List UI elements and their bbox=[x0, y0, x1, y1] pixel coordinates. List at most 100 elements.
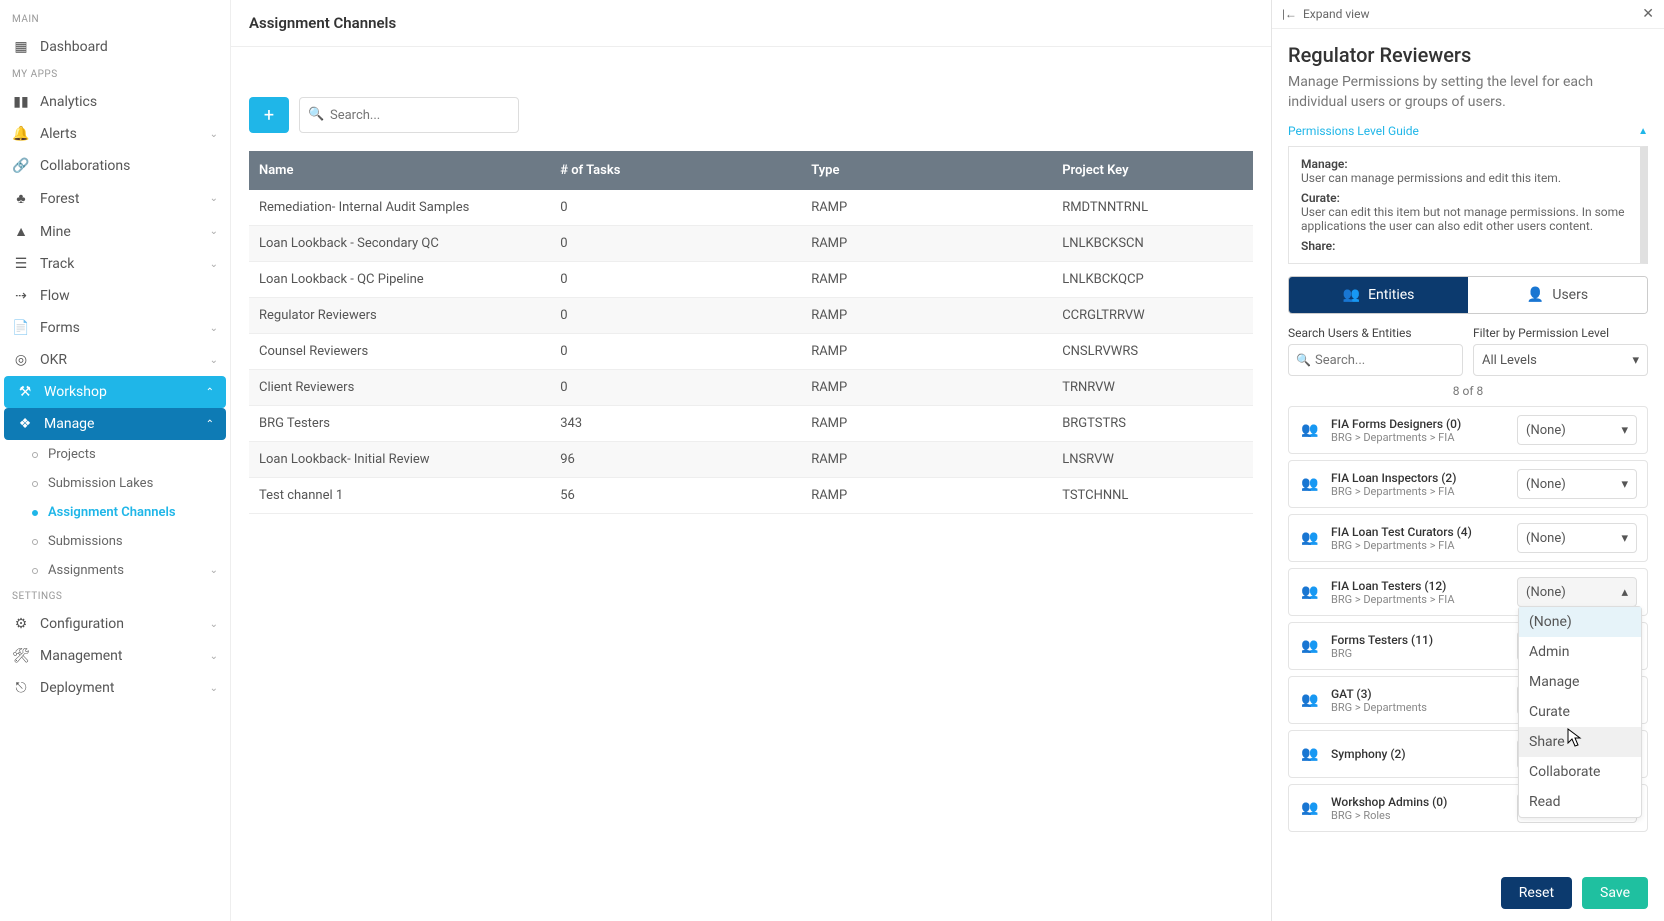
chevron-down-icon: ⌄ bbox=[210, 683, 218, 694]
nav-label: Collaborations bbox=[40, 158, 130, 174]
chevron-up-icon: ⌃ bbox=[206, 387, 214, 398]
entity-name: FIA Forms Designers (0) bbox=[1331, 417, 1507, 431]
entity-path: BRG > Departments > FIA bbox=[1331, 485, 1507, 498]
cell-key: LNLKBCKQCP bbox=[1052, 262, 1253, 298]
permissions-guide-toggle[interactable]: Permissions Level Guide ▲ bbox=[1288, 124, 1648, 138]
nav-configuration[interactable]: ⚙Configuration⌄ bbox=[0, 608, 230, 640]
close-icon[interactable]: ✕ bbox=[1642, 6, 1654, 22]
table-row[interactable]: Loan Lookback - Secondary QC0RAMPLNLKBCK… bbox=[249, 226, 1253, 262]
toolbar: + 🔍 bbox=[249, 97, 1253, 133]
triangle-down-icon: ▾ bbox=[1621, 423, 1628, 438]
dropdown-option[interactable]: Admin bbox=[1519, 637, 1641, 667]
search-input[interactable] bbox=[299, 97, 519, 133]
cell-tasks: 0 bbox=[550, 334, 801, 370]
sub-submissions[interactable]: Submissions bbox=[0, 527, 230, 556]
dropdown-option[interactable]: Collaborate bbox=[1519, 757, 1641, 787]
tab-users[interactable]: 👤Users bbox=[1468, 277, 1647, 313]
cell-tasks: 343 bbox=[550, 406, 801, 442]
nav-analytics[interactable]: ▮▮Analytics bbox=[0, 86, 230, 118]
tab-entities[interactable]: 👥Entities bbox=[1289, 277, 1468, 313]
sub-submission-lakes[interactable]: Submission Lakes bbox=[0, 469, 230, 498]
nav-track[interactable]: ☰Track⌄ bbox=[0, 248, 230, 280]
col-type[interactable]: Type bbox=[801, 151, 1052, 190]
table-row[interactable]: BRG Testers343RAMPBRGTSTRS bbox=[249, 406, 1253, 442]
cell-name: Client Reviewers bbox=[249, 370, 550, 406]
level-filter-select[interactable]: All Levels ▾ bbox=[1473, 344, 1648, 376]
dropdown-option[interactable]: Manage bbox=[1519, 667, 1641, 697]
nav-dashboard[interactable]: ▦ Dashboard bbox=[0, 31, 230, 63]
entity-search-input[interactable] bbox=[1288, 344, 1463, 376]
permission-value: (None) bbox=[1526, 531, 1566, 546]
search-icon: 🔍 bbox=[308, 107, 324, 122]
save-button[interactable]: Save bbox=[1582, 877, 1648, 909]
nav-mine[interactable]: ▲Mine⌄ bbox=[0, 215, 230, 248]
dropdown-option[interactable]: Share bbox=[1519, 727, 1641, 757]
sub-assignments[interactable]: Assignments⌄ bbox=[0, 556, 230, 585]
cell-name: Loan Lookback- Initial Review bbox=[249, 442, 550, 478]
entity-row: 👥FIA Forms Designers (0)BRG > Department… bbox=[1288, 406, 1648, 454]
table-row[interactable]: Client Reviewers0RAMPTRNRVW bbox=[249, 370, 1253, 406]
col-name[interactable]: Name bbox=[249, 151, 550, 190]
cell-key: CNSLRVWRS bbox=[1052, 334, 1253, 370]
cell-key: LNLKBCKSCN bbox=[1052, 226, 1253, 262]
entity-name: FIA Loan Testers (12) bbox=[1331, 579, 1507, 593]
entity-row: 👥FIA Loan Test Curators (4)BRG > Departm… bbox=[1288, 514, 1648, 562]
dropdown-option[interactable]: (None) bbox=[1519, 607, 1641, 637]
nav-flow[interactable]: ⇢Flow bbox=[0, 280, 230, 312]
nav-alerts[interactable]: 🔔Alerts⌄ bbox=[0, 118, 230, 150]
table-row[interactable]: Test channel 156RAMPTSTCHNNL bbox=[249, 478, 1253, 514]
sub-projects[interactable]: Projects bbox=[0, 440, 230, 469]
nav-okr[interactable]: ◎OKR⌄ bbox=[0, 344, 230, 376]
nav-label: Management bbox=[40, 648, 122, 664]
table-row[interactable]: Regulator Reviewers0RAMPCCRGLTRRVW bbox=[249, 298, 1253, 334]
entity-user-tabs: 👥Entities 👤Users bbox=[1288, 276, 1648, 314]
cell-name: Regulator Reviewers bbox=[249, 298, 550, 334]
reset-button[interactable]: Reset bbox=[1501, 877, 1572, 909]
users-group-icon: 👥 bbox=[1299, 473, 1321, 495]
nav-label: Flow bbox=[40, 288, 70, 304]
dropdown-option[interactable]: Curate bbox=[1519, 697, 1641, 727]
permissions-guide-box: Manage: User can manage permissions and … bbox=[1288, 146, 1648, 264]
entity-info: FIA Loan Test Curators (4)BRG > Departme… bbox=[1331, 525, 1507, 552]
permissions-panel: |← Expand view ✕ Regulator Reviewers Man… bbox=[1271, 0, 1664, 921]
nav-workshop[interactable]: ⚒Workshop⌃ bbox=[4, 376, 226, 408]
panel-description: Manage Permissions by setting the level … bbox=[1288, 73, 1648, 112]
cell-tasks: 0 bbox=[550, 262, 801, 298]
permission-select[interactable]: (None)▴ bbox=[1517, 577, 1637, 607]
entity-info: FIA Forms Designers (0)BRG > Departments… bbox=[1331, 417, 1507, 444]
chevron-down-icon: ⌄ bbox=[210, 651, 218, 662]
entity-row: 👥FIA Loan Inspectors (2)BRG > Department… bbox=[1288, 460, 1648, 508]
nav-label: Dashboard bbox=[40, 39, 108, 55]
nav-label: Configuration bbox=[40, 616, 124, 632]
chevron-up-icon: ⌃ bbox=[206, 419, 214, 430]
table-row[interactable]: Remediation- Internal Audit Samples0RAMP… bbox=[249, 190, 1253, 226]
table-row[interactable]: Counsel Reviewers0RAMPCNSLRVWRS bbox=[249, 334, 1253, 370]
users-group-icon: 👥 bbox=[1299, 689, 1321, 711]
forest-icon: ♣ bbox=[12, 190, 30, 207]
nav-forest[interactable]: ♣Forest⌄ bbox=[0, 182, 230, 215]
table-row[interactable]: Loan Lookback - QC Pipeline0RAMPLNLKBCKQ… bbox=[249, 262, 1253, 298]
sub-assignment-channels[interactable]: Assignment Channels bbox=[0, 498, 230, 527]
expand-view[interactable]: Expand view bbox=[1303, 7, 1370, 21]
permission-select[interactable]: (None)▾ bbox=[1517, 469, 1637, 499]
nav-forms[interactable]: 📄Forms⌄ bbox=[0, 312, 230, 344]
forms-icon: 📄 bbox=[12, 320, 30, 336]
permission-select[interactable]: (None)▾ bbox=[1517, 415, 1637, 445]
entity-info: GAT (3)BRG > Departments bbox=[1331, 687, 1507, 714]
nav-collaborations[interactable]: 🔗Collaborations bbox=[0, 150, 230, 182]
nav-deployment[interactable]: ⎋Deployment⌄ bbox=[0, 672, 230, 704]
users-group-icon: 👥 bbox=[1343, 287, 1360, 303]
entity-path: BRG > Departments > FIA bbox=[1331, 431, 1507, 444]
nav-manage[interactable]: ❖Manage⌃ bbox=[4, 408, 226, 440]
triangle-up-icon: ▴ bbox=[1621, 585, 1628, 600]
cell-type: RAMP bbox=[801, 442, 1052, 478]
nav-management[interactable]: 🛠Management⌄ bbox=[0, 640, 230, 672]
cell-name: BRG Testers bbox=[249, 406, 550, 442]
col-key[interactable]: Project Key bbox=[1052, 151, 1253, 190]
table-row[interactable]: Loan Lookback- Initial Review96RAMPLNSRV… bbox=[249, 442, 1253, 478]
permission-select[interactable]: (None)▾ bbox=[1517, 523, 1637, 553]
users-group-icon: 👥 bbox=[1299, 743, 1321, 765]
add-button[interactable]: + bbox=[249, 97, 289, 133]
col-tasks[interactable]: # of Tasks bbox=[550, 151, 801, 190]
dropdown-option[interactable]: Read bbox=[1519, 787, 1641, 817]
